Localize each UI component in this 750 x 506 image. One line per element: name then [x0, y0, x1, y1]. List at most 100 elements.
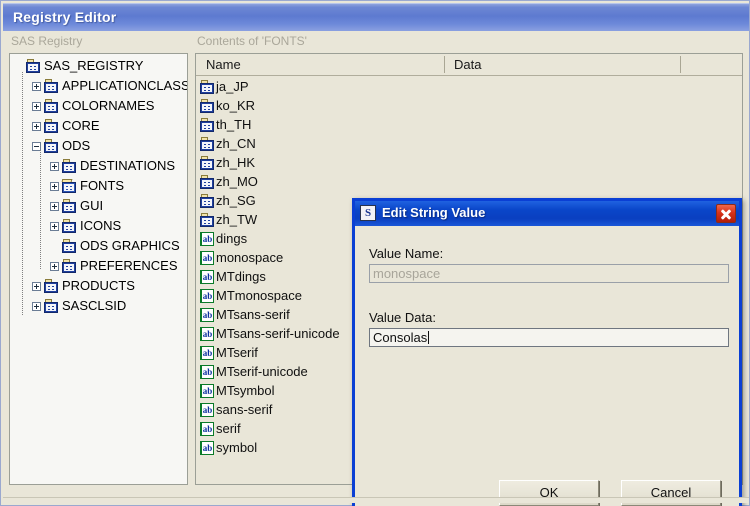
expand-icon[interactable]: [32, 81, 41, 91]
string-value-icon: ab: [200, 421, 215, 436]
tree-item-label: PREFERENCES: [80, 258, 178, 273]
list-item-name: MTmonospace: [216, 288, 302, 303]
list-item-name: sans-serif: [216, 402, 273, 417]
string-value-icon: ab: [200, 231, 215, 246]
tree-item-label: SAS_REGISTRY: [44, 58, 144, 73]
list-item-name: zh_MO: [216, 174, 258, 189]
expand-icon[interactable]: [32, 121, 41, 131]
registry-key-icon: [44, 139, 59, 153]
registry-key-icon: [200, 79, 215, 94]
tree-item-colornames[interactable]: COLORNAMES: [10, 96, 187, 116]
window-frame: Registry Editor SAS Registry Contents of…: [0, 0, 750, 506]
tree-item-label: ICONS: [80, 218, 122, 233]
column-header-name[interactable]: Name: [206, 54, 446, 75]
list-item[interactable]: ja_JP: [196, 77, 742, 96]
expand-icon[interactable]: [50, 181, 59, 191]
string-value-icon: ab: [200, 364, 215, 379]
list-item-name: dings: [216, 231, 248, 246]
dialog-title: Edit String Value: [382, 205, 486, 220]
registry-key-icon: [200, 155, 215, 170]
string-value-icon: ab: [200, 402, 215, 417]
registry-key-icon: [62, 239, 77, 253]
tree-item-label: DESTINATIONS: [80, 158, 176, 173]
string-value-icon: ab: [200, 345, 215, 360]
list-item-name: th_TH: [216, 117, 252, 132]
sas-app-icon: S: [360, 205, 376, 221]
window-status-strip: [3, 497, 749, 503]
registry-key-icon: [44, 299, 59, 313]
list-item-name: MTsans-serif-unicode: [216, 326, 340, 341]
tree-item-label: CORE: [62, 118, 100, 133]
registry-tree-panel[interactable]: SAS_REGISTRY APPLICATIONCLASS COLORNAMES CO…: [9, 53, 188, 485]
tree-item-gui[interactable]: GUI: [10, 196, 187, 216]
list-item-name: ja_JP: [216, 79, 249, 94]
registry-key-icon: [26, 59, 41, 73]
string-value-icon: ab: [200, 307, 215, 322]
list-item-name: zh_CN: [216, 136, 256, 151]
expand-icon[interactable]: [50, 261, 59, 271]
tree-item-destinations[interactable]: DESTINATIONS: [10, 156, 187, 176]
list-item-name: MTserif: [216, 345, 258, 360]
list-item-name: zh_TW: [216, 212, 258, 227]
list-item-name: MTdings: [216, 269, 266, 284]
expand-icon[interactable]: [32, 281, 41, 291]
value-data-input[interactable]: Consolas: [369, 328, 729, 347]
tree-panel-label: SAS Registry: [11, 34, 83, 48]
tree-item-sasclsid[interactable]: SASCLSID: [10, 296, 187, 316]
value-data-label: Value Data:: [369, 310, 436, 325]
list-column-header[interactable]: Name Data: [196, 54, 742, 76]
list-item[interactable]: ko_KR: [196, 96, 742, 115]
tree-item-ods-graphics[interactable]: ODS GRAPHICS: [10, 236, 187, 256]
column-resize-handle[interactable]: [444, 56, 445, 73]
expand-icon[interactable]: [50, 161, 59, 171]
registry-key-icon: [62, 259, 77, 273]
tree-item-label: ODS: [62, 138, 91, 153]
list-item[interactable]: zh_MO: [196, 172, 742, 191]
tree-item-icons[interactable]: ICONS: [10, 216, 187, 236]
tree-item-preferences[interactable]: PREFERENCES: [10, 256, 187, 276]
registry-key-icon: [200, 193, 215, 208]
tree-item-core[interactable]: CORE: [10, 116, 187, 136]
expand-icon[interactable]: [32, 101, 41, 111]
expand-icon[interactable]: [50, 221, 59, 231]
string-value-icon: ab: [200, 250, 215, 265]
window-titlebar: Registry Editor: [3, 3, 749, 31]
column-resize-handle[interactable]: [680, 56, 681, 73]
tree-item-fonts[interactable]: FONTS: [10, 176, 187, 196]
list-panel-label: Contents of 'FONTS': [197, 34, 307, 48]
tree-item-label: PRODUCTS: [62, 278, 135, 293]
text-caret: [428, 331, 430, 344]
tree-item-sas-registry[interactable]: SAS_REGISTRY: [10, 56, 187, 76]
registry-editor-window: Registry Editor SAS Registry Contents of…: [0, 0, 750, 506]
list-item-name: zh_HK: [216, 155, 256, 170]
registry-key-icon: [62, 199, 77, 213]
tree-item-label: COLORNAMES: [62, 98, 155, 113]
list-item[interactable]: zh_CN: [196, 134, 742, 153]
column-header-data[interactable]: Data: [454, 54, 674, 75]
tree-item-applicationclass[interactable]: APPLICATIONCLASS: [10, 76, 187, 96]
tree-item-products[interactable]: PRODUCTS: [10, 276, 187, 296]
dialog-titlebar[interactable]: S Edit String Value: [355, 201, 739, 226]
list-item-name: symbol: [216, 440, 258, 455]
registry-key-icon: [44, 79, 59, 93]
close-icon[interactable]: [716, 204, 736, 223]
expand-icon[interactable]: [50, 201, 59, 211]
list-item[interactable]: th_TH: [196, 115, 742, 134]
list-item[interactable]: zh_HK: [196, 153, 742, 172]
string-value-icon: ab: [200, 440, 215, 455]
registry-key-icon: [200, 174, 215, 189]
expand-icon[interactable]: [32, 301, 41, 311]
registry-key-icon: [44, 99, 59, 113]
list-item-name: MTsans-serif: [216, 307, 290, 322]
dialog-body: Value Name: monospace Value Data: Consol…: [355, 226, 739, 506]
string-value-icon: ab: [200, 288, 215, 303]
window-body: SAS Registry Contents of 'FONTS' SAS_REG…: [3, 31, 749, 506]
list-item-name: serif: [216, 421, 241, 436]
string-value-icon: ab: [200, 326, 215, 341]
tree-item-label: ODS GRAPHICS: [80, 238, 180, 253]
registry-key-open-icon: [61, 179, 77, 193]
tree-item-label: FONTS: [80, 178, 125, 193]
string-value-icon: ab: [200, 269, 215, 284]
tree-item-ods[interactable]: ODS: [10, 136, 187, 156]
edit-string-value-dialog: S Edit String Value Value Name: monospac…: [352, 198, 742, 506]
